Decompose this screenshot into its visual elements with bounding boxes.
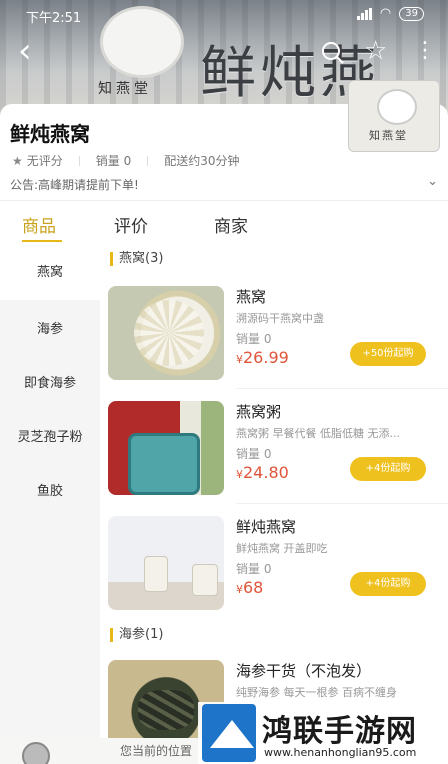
tab-products[interactable]: 商品 — [22, 212, 56, 237]
product-price: ¥24.80 — [236, 463, 289, 482]
product-name: 海参干货（不泡发） — [236, 662, 372, 680]
category-item-fish-maw[interactable]: 鱼胶 — [0, 480, 100, 499]
shop-notice: 公告:高峰期请提前下单! — [10, 178, 139, 192]
tab-active-indicator — [22, 240, 62, 242]
signal-icon — [356, 7, 372, 20]
shop-logo-emblem — [377, 89, 417, 125]
tab-reviews[interactable]: 评价 — [114, 212, 148, 237]
add-to-cart-button[interactable]: +4份起购 — [350, 457, 426, 481]
product-price: ¥26.99 — [236, 348, 289, 367]
product-price: ¥68 — [236, 578, 264, 597]
section-title: 燕窝(3) — [110, 252, 163, 266]
product-image[interactable] — [108, 286, 224, 380]
shop-rating: 无评分 — [26, 154, 63, 168]
divider — [0, 200, 448, 201]
product-name: 燕窝粥 — [236, 403, 282, 421]
product-sales: 销量 0 — [236, 562, 272, 576]
section-title: 海参(1) — [110, 628, 163, 642]
shop-sales: 销量 0 — [95, 154, 132, 168]
product-item[interactable]: 鲜炖燕窝 鲜炖燕窝 开盖即吃 销量 0 ¥68 +4份起购 — [108, 516, 448, 626]
chevron-down-icon[interactable]: ⌄ — [427, 174, 438, 189]
category-item-bird-nest[interactable]: 燕窝 — [0, 246, 100, 300]
product-desc: 溯源码干燕窝中盏 — [236, 312, 324, 325]
meta-divider — [78, 155, 80, 166]
category-item-instant-sea-cucumber[interactable]: 即食海参 — [0, 372, 100, 391]
product-desc: 燕窝粥 早餐代餐 低脂低糖 无添... — [236, 427, 400, 440]
product-item[interactable]: 燕窝 溯源码干燕窝中盏 销量 0 ¥26.99 +50份起购 — [108, 286, 448, 396]
category-item-sea-cucumber[interactable]: 海参 — [0, 318, 100, 337]
star-icon: ★ — [12, 153, 23, 168]
product-desc: 鲜炖燕窝 开盖即吃 — [236, 542, 328, 555]
product-image[interactable] — [108, 516, 224, 610]
avatar[interactable] — [22, 742, 50, 764]
favorite-star-icon[interactable]: ☆ — [364, 38, 387, 64]
shop-delivery: 配送约30分钟 — [164, 154, 240, 168]
wifi-icon: ◠ — [379, 6, 392, 21]
storefront-sign-small: 知燕堂 — [98, 81, 152, 97]
shop-logo: 知燕堂 — [348, 80, 440, 152]
shop-name: 鲜炖燕窝 — [10, 122, 90, 146]
meta-divider — [147, 155, 149, 166]
watermark-url: www.henanhonglian95.com — [264, 746, 417, 759]
divider — [236, 388, 448, 389]
shop-meta: ★ 无评分 销量 0 配送约30分钟 — [12, 152, 240, 169]
product-name: 鲜炖燕窝 — [236, 518, 297, 536]
tab-merchant[interactable]: 商家 — [214, 212, 248, 237]
site-watermark: 鸿联手游网 www.henanhonglian95.com — [198, 702, 448, 764]
watermark-logo-icon — [202, 704, 256, 762]
add-to-cart-button[interactable]: +4份起购 — [350, 572, 426, 596]
battery-indicator: 39 — [399, 6, 424, 21]
location-text: 您当前的位置 — [120, 744, 193, 758]
product-name: 燕窝 — [236, 288, 267, 306]
shop-logo-text: 知燕堂 — [369, 129, 408, 142]
category-item-ganoderma-spore[interactable]: 灵芝孢子粉 — [0, 426, 100, 445]
watermark-name: 鸿联手游网 — [262, 714, 417, 749]
product-sales: 销量 0 — [236, 447, 272, 461]
divider — [236, 503, 448, 504]
search-icon[interactable] — [320, 40, 346, 71]
more-icon[interactable]: ⋮ — [414, 38, 436, 64]
status-bar: 下午2:51 ◠ 39 — [0, 0, 448, 28]
back-icon[interactable]: ‹ — [18, 34, 32, 68]
product-image[interactable] — [108, 401, 224, 495]
status-time: 下午2:51 — [26, 11, 82, 26]
category-sidebar: 燕窝 海参 即食海参 灵芝孢子粉 鱼胶 — [0, 246, 100, 764]
product-desc: 纯野海参 每天一根参 百病不缠身 — [236, 686, 397, 699]
product-sales: 销量 0 — [236, 332, 272, 346]
add-to-cart-button[interactable]: +50份起购 — [350, 342, 426, 366]
product-item[interactable]: 燕窝粥 燕窝粥 早餐代餐 低脂低糖 无添... 销量 0 ¥24.80 +4份起… — [108, 401, 448, 511]
